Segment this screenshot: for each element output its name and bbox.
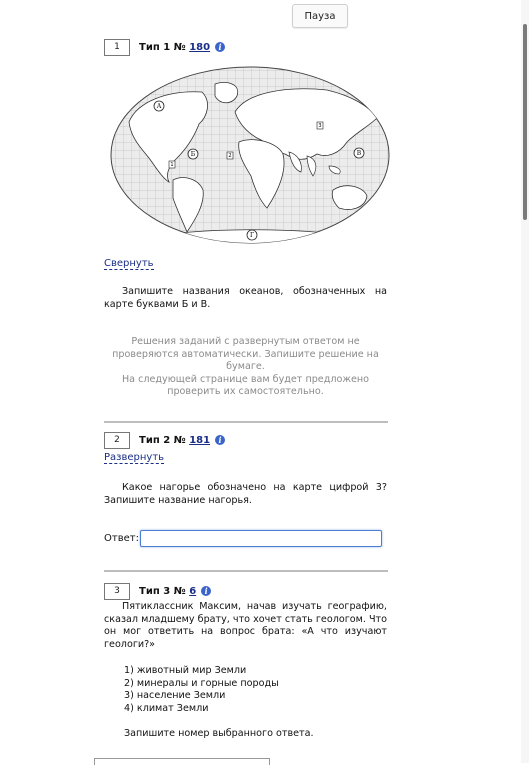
map-letter-b: Б (191, 151, 196, 158)
option-1: 1) животный мир Земли (124, 665, 247, 676)
info-icon[interactable]: i (215, 42, 226, 52)
task-1-question: Запишите названия океанов, обозначенных … (104, 286, 387, 311)
task-divider (104, 421, 388, 423)
task-header-2: 2 Тип 2 № 181 i (104, 431, 226, 449)
answer-options: 1) животный мир Земли 2) минералы и горн… (124, 665, 279, 715)
task-2-question: Какое нагорье обозначено на карте цифрой… (104, 482, 387, 507)
task-id-link[interactable]: 180 (189, 42, 210, 53)
task-1-question-text: Запишите названия океанов, обозначенных … (104, 286, 387, 310)
task-3-question: Пятиклассник Максим, начав изучать геогр… (104, 601, 387, 651)
task-type-label: Тип 3 № (139, 585, 186, 597)
world-map: А Б В Г 1 2 3 (110, 66, 390, 244)
collapse-link[interactable]: Свернуть (104, 258, 154, 270)
task-number-box: 2 (104, 431, 130, 449)
notice-line-1: Решения заданий с развернутым ответом не… (112, 336, 379, 372)
info-icon[interactable]: i (215, 435, 226, 445)
task-id-link[interactable]: 6 (189, 586, 196, 597)
option-2: 2) минералы и горные породы (124, 677, 279, 689)
task-type: Тип 3 № 6 (139, 586, 196, 597)
map-number-1: 1 (170, 162, 173, 168)
notice-line-2: На следующей странице вам будет предложе… (121, 373, 370, 398)
map-number-2: 2 (228, 153, 231, 159)
expand-link[interactable]: Развернуть (104, 452, 165, 464)
task-3-instruction: Запишите номер выбранного ответа. (124, 728, 314, 739)
option-3: 3) население Земли (124, 690, 226, 702)
task-header-1: 1 Тип 1 № 180 i (104, 38, 226, 56)
option-4: 4) климат Земли (124, 702, 209, 714)
task-type-label: Тип 1 № (139, 41, 186, 53)
task-3-question-text: Пятиклассник Максим, начав изучать геогр… (104, 601, 387, 650)
task-type-label: Тип 2 № (139, 434, 186, 446)
map-letter-g: Г (250, 232, 254, 239)
info-icon[interactable]: i (201, 586, 212, 596)
map-number-3: 3 (318, 123, 321, 129)
task-type: Тип 2 № 181 (139, 435, 210, 446)
task-number-box: 3 (104, 582, 130, 600)
task-2-question-text: Какое нагорье обозначено на карте цифрой… (104, 482, 387, 506)
answer-label: Ответ: (104, 533, 139, 544)
answer-input[interactable] (140, 530, 382, 547)
task-type: Тип 1 № 180 (139, 42, 210, 53)
map-letter-v: В (357, 150, 362, 157)
task-header-3: 3 Тип 3 № 6 i (104, 582, 212, 600)
scrollbar-thumb[interactable] (523, 24, 527, 220)
task-id-link[interactable]: 181 (189, 435, 210, 446)
task-divider (104, 570, 388, 572)
map-letter-a: А (157, 103, 162, 110)
next-task-box-edge (94, 758, 270, 765)
pause-button[interactable]: Пауза (292, 4, 348, 28)
task-number-box: 1 (104, 38, 130, 56)
manual-check-notice: Решения заданий с развернутым ответом не… (104, 336, 387, 399)
